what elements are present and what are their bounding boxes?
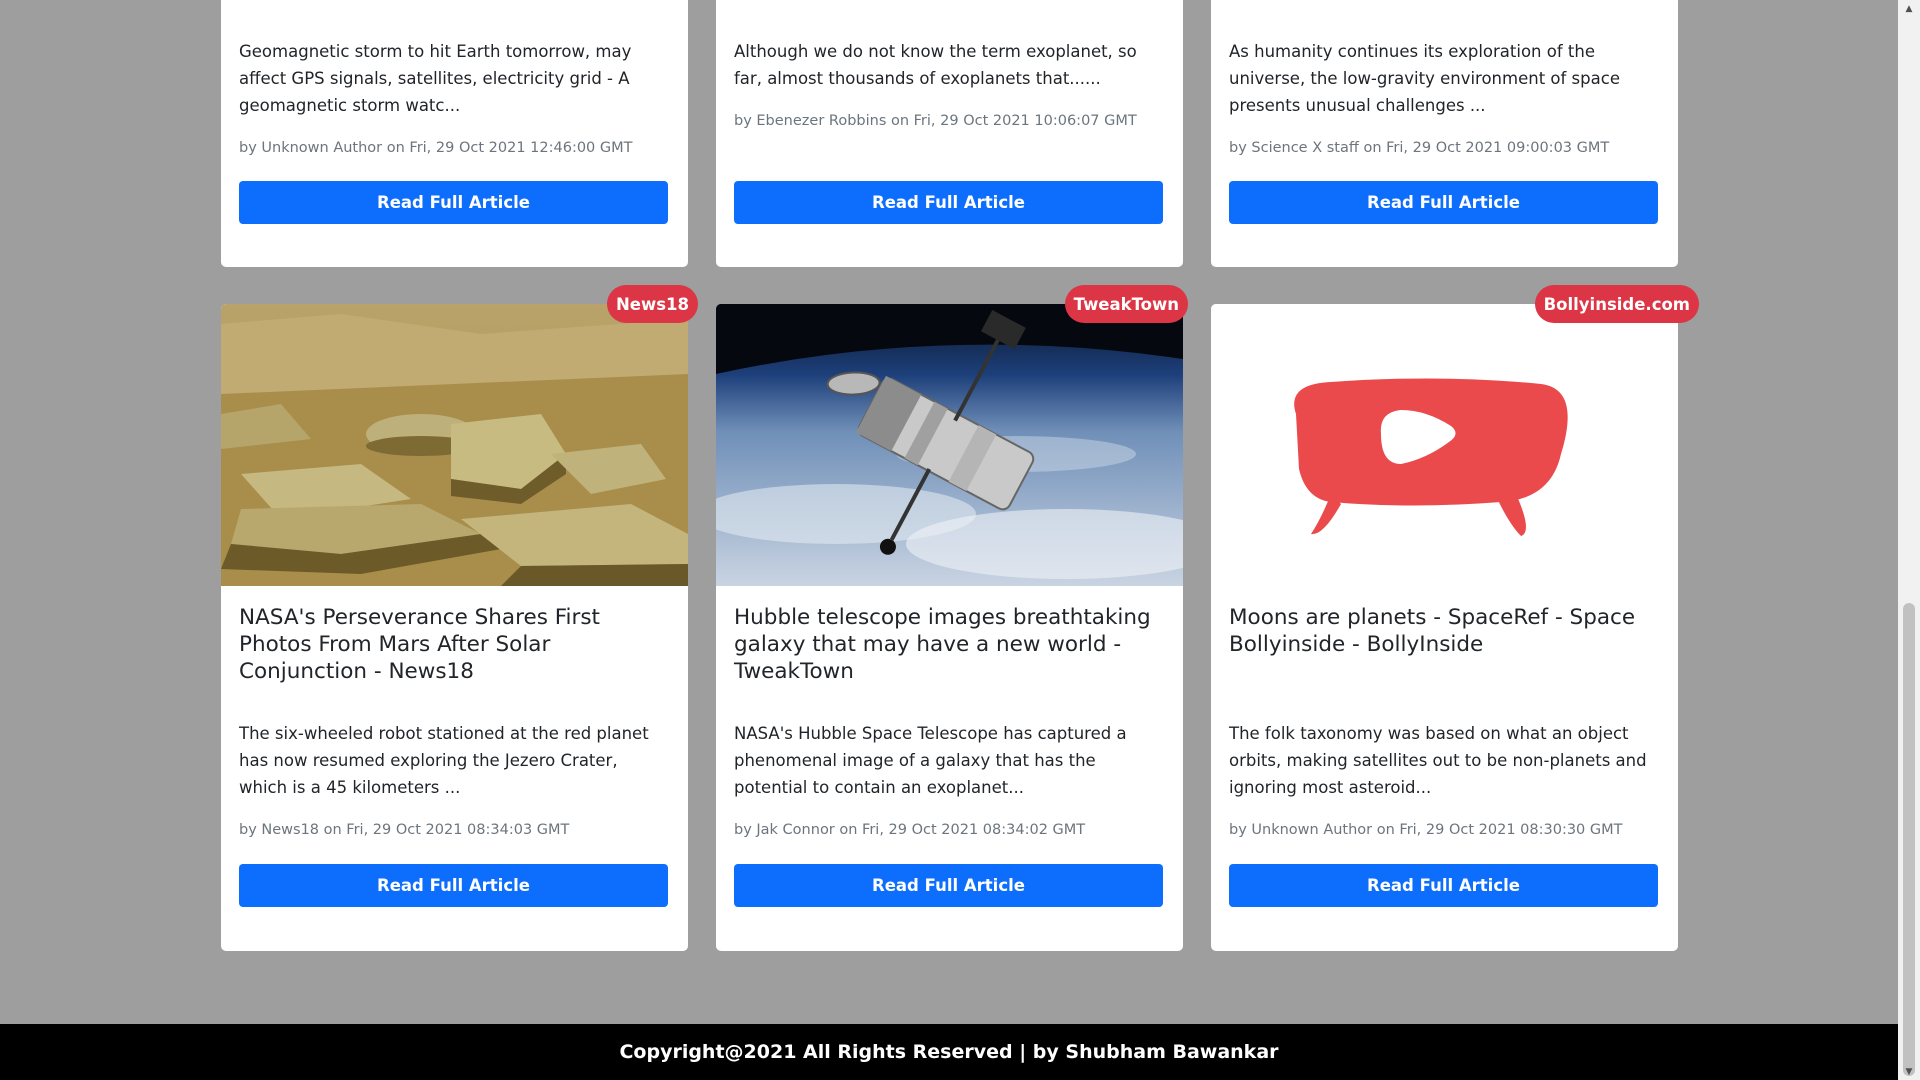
read-full-article-button[interactable]: Read Full Article [1229,181,1658,224]
mars-rocks-image [221,304,688,586]
news-card: Bollyinside.com Moons are planets - Spac… [1211,285,1699,951]
source-badge: Bollyinside.com [1534,285,1699,323]
article-title[interactable]: Hubble telescope images breathtaking gal… [734,604,1165,685]
news-page: Geomagnetic storm to hit Earth tomorrow,… [0,0,1898,1080]
source-badge: TweakTown [1064,285,1188,323]
article-meta: by Unknown Author on Fri, 29 Oct 2021 08… [1229,822,1623,838]
article-description: Geomagnetic storm to hit Earth tomorrow,… [239,42,632,115]
source-badge: News18 [606,285,698,323]
read-full-article-button[interactable]: Read Full Article [734,181,1163,224]
vertical-scrollbar[interactable]: ▲ ▼ [1898,0,1920,1080]
news-card: As humanity continues its exploration of… [1211,0,1678,267]
article-description: NASA's Hubble Space Telescope has captur… [734,724,1127,797]
read-full-article-button[interactable]: Read Full Article [1229,864,1658,907]
copyright-text: Copyright@2021 All Rights Reserved | by … [619,1041,1279,1063]
scroll-up-icon[interactable]: ▲ [1898,0,1920,17]
read-full-article-button[interactable]: Read Full Article [734,864,1163,907]
article-meta: by Ebenezer Robbins on Fri, 29 Oct 2021 … [734,113,1137,129]
article-description: The folk taxonomy was based on what an o… [1229,724,1647,797]
article-meta: by Jak Connor on Fri, 29 Oct 2021 08:34:… [734,822,1086,838]
read-full-article-button[interactable]: Read Full Article [239,181,668,224]
article-meta: by Science X staff on Fri, 29 Oct 2021 0… [1229,140,1610,156]
scroll-down-icon[interactable]: ▼ [1898,1063,1920,1080]
article-description: The six-wheeled robot stationed at the r… [239,724,649,797]
article-title[interactable]: NASA's Perseverance Shares First Photos … [239,604,670,685]
article-description: As humanity continues its exploration of… [1229,42,1620,115]
page-footer: Copyright@2021 All Rights Reserved | by … [0,1024,1898,1080]
article-title[interactable]: Moons are planets - SpaceRef - Space Bol… [1229,604,1660,658]
news-card: TweakTown Hubble telescope images breath… [716,285,1188,951]
article-meta: by Unknown Author on Fri, 29 Oct 2021 12… [239,140,633,156]
news-card: Although we do not know the term exoplan… [716,0,1183,267]
scrollbar-thumb[interactable] [1903,603,1915,1076]
news-card: News18 NASA's Perseverance Shares First … [221,285,698,951]
read-full-article-button[interactable]: Read Full Article [239,864,668,907]
hubble-telescope-image [716,304,1183,586]
bollyinside-logo-image [1211,304,1678,586]
news-card: Geomagnetic storm to hit Earth tomorrow,… [221,0,688,267]
article-meta: by News18 on Fri, 29 Oct 2021 08:34:03 G… [239,822,570,838]
article-description: Although we do not know the term exoplan… [734,42,1137,88]
